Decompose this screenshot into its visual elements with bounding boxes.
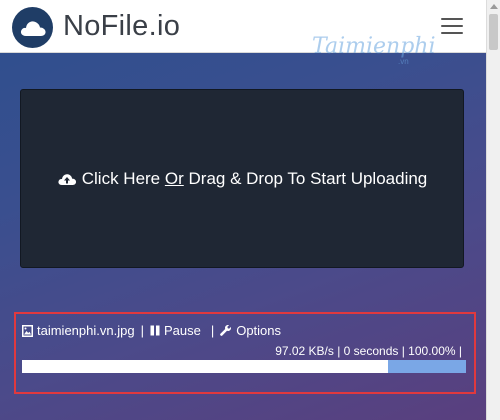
vertical-scrollbar[interactable] [486,0,500,420]
upload-progress-panel: taimienphi.vn.jpg | Pause | Options 97.0… [14,312,476,394]
dropzone-or-text: Or [164,168,184,188]
top-nav-bar: NoFile.io Taimienphi .vn [0,0,486,66]
brand-name[interactable]: NoFile.io [63,10,180,43]
upload-file-row: taimienphi.vn.jpg | Pause | Options [22,323,281,338]
upload-dropzone[interactable]: Click Here Or Drag & Drop To Start Uploa… [20,89,464,268]
hamburger-icon[interactable] [441,18,463,34]
wrench-icon[interactable] [220,324,232,337]
pause-icon[interactable] [150,325,160,336]
pause-button[interactable]: Pause [164,323,201,338]
progress-bar-segment [388,360,466,373]
image-file-icon [22,324,33,337]
separator: | [210,323,215,338]
watermark-domain: .vn [398,57,409,66]
dropzone-click-text[interactable]: Click Here [82,169,160,189]
upload-progress-bar [22,360,466,373]
upload-filename: taimienphi.vn.jpg [37,323,135,338]
dropzone-drag-text: Drag & Drop To Start Uploading [188,168,428,188]
upload-stats: 97.02 KB/s | 0 seconds | 100.00% | [275,344,462,358]
cloud-upload-icon [57,171,77,187]
scroll-thumb[interactable] [489,14,498,50]
scroll-up-arrow-icon[interactable] [490,4,498,9]
options-button[interactable]: Options [236,323,281,338]
cloud-icon[interactable] [12,7,53,48]
watermark-logo: Taimienphi [312,34,436,59]
separator: | [140,323,144,338]
